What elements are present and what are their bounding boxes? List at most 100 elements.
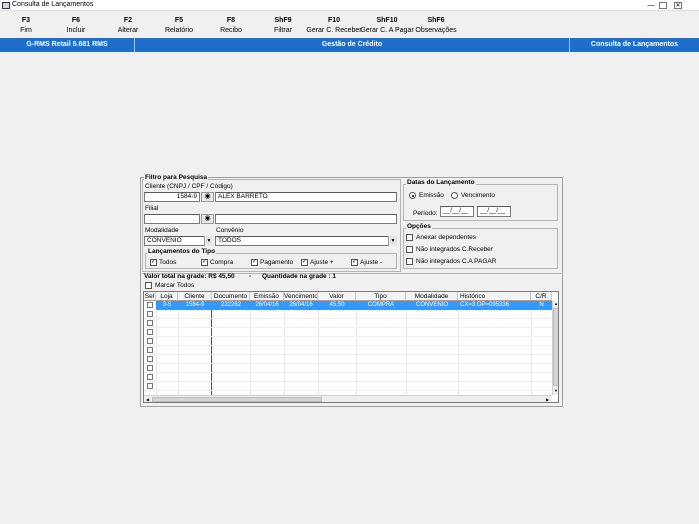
quantity-label: Quantidade na grade : 1 (262, 273, 337, 280)
recibo-button[interactable]: F8 Recibo (205, 16, 257, 36)
alterar-button[interactable]: F2 Alterar (102, 16, 154, 36)
row-select-checkbox[interactable] (147, 311, 153, 317)
observacoes-label: Observações (415, 27, 457, 34)
row-select-checkbox[interactable] (147, 302, 153, 308)
row-line (144, 327, 552, 328)
todos-checkbox[interactable]: ✓ (150, 259, 157, 266)
col-header-loja[interactable]: Loja (156, 292, 178, 301)
recibo-label: Recibo (220, 27, 242, 34)
row-select-checkbox[interactable] (147, 365, 153, 371)
row-select-checkbox[interactable] (147, 329, 153, 335)
datas-title: Datas do Lançamento (406, 179, 476, 186)
anexar-dependentes-checkbox[interactable] (406, 234, 413, 241)
vertical-scroll-thumb[interactable] (553, 308, 558, 386)
client-code-input[interactable]: 1584-9 (144, 192, 200, 202)
scroll-down-icon[interactable]: ▼ (553, 388, 558, 394)
relatorio-key: F5 (174, 17, 184, 24)
client-search-button[interactable]: ◉ (201, 192, 214, 202)
filial-input[interactable] (144, 214, 200, 224)
chevron-down-icon[interactable]: ▼ (388, 236, 397, 246)
ajuste-mais-checkbox[interactable]: ✓ (301, 259, 308, 266)
pagamento-checkbox[interactable]: ✓ (251, 259, 258, 266)
modalidade-label: Modalidade (145, 227, 179, 234)
col-header-modalidade[interactable]: Modalidade (406, 292, 458, 301)
row-select-checkbox[interactable] (147, 383, 153, 389)
row-line (144, 372, 552, 373)
opcoes-title: Opções (406, 223, 432, 230)
module-name: Gestão de Crédito (321, 41, 383, 48)
convenio-select[interactable]: TODOS (215, 236, 397, 246)
row-line (144, 318, 552, 319)
row-line (144, 390, 552, 391)
compra-checkbox[interactable]: ✓ (201, 259, 208, 266)
filtrar-button[interactable]: ShF9 Filtrar (257, 16, 309, 36)
scroll-right-icon[interactable]: ▶ (544, 396, 551, 402)
marcar-todos-checkbox[interactable] (145, 282, 152, 289)
col-header-cliente[interactable]: Cliente (178, 292, 212, 301)
nao-integrados-receber-label: Não integrados C.Receber (416, 246, 493, 253)
compra-label: Compra (210, 259, 234, 266)
cell-documento: 222262 (220, 302, 242, 308)
chevron-down-icon[interactable]: ▼ (204, 236, 213, 246)
function-key-toolbar: F3 Fim F6 Incluir F2 Alterar F5 Relatório F8… (0, 12, 699, 36)
col-header-cr[interactable]: C/R (531, 292, 552, 301)
modalidade-select[interactable]: CONVENIO (144, 236, 213, 246)
incluir-key: F6 (71, 17, 81, 24)
fim-button[interactable]: F3 Fim (0, 16, 52, 36)
anexar-dependentes-label: Anexar dependentes (416, 234, 476, 241)
observacoes-button[interactable]: ShF6 Observações (410, 16, 462, 36)
row-select-checkbox[interactable] (147, 347, 153, 353)
incluir-button[interactable]: F6 Incluir (50, 16, 102, 36)
col-header-sel[interactable]: Sel (144, 292, 156, 301)
gerar-c-receber-label: Gerar C. Receber (306, 27, 362, 34)
horizontal-scrollbar[interactable]: ◀ ▶ (144, 395, 552, 402)
cell-modalidade: CONVENIO (415, 302, 448, 308)
convenio-label: Convênio (216, 227, 244, 234)
relatorio-button[interactable]: F5 Relatório (153, 16, 205, 36)
nao-integrados-pagar-checkbox[interactable] (406, 258, 413, 265)
cell-valor: 45,50 (329, 302, 345, 308)
client-name-field: ALEX BARRETO (215, 192, 397, 202)
row-select-checkbox[interactable] (147, 374, 153, 380)
cell-vencimento: 26/04/16 (289, 302, 313, 308)
binoculars-icon: ◉ (204, 193, 211, 200)
col-header-documento[interactable]: Documento (212, 292, 250, 301)
vencimento-radio[interactable] (451, 192, 458, 199)
ajuste-menos-label: Ajuste - (360, 259, 383, 266)
scroll-up-icon[interactable]: ▲ (553, 301, 558, 307)
tipos-title: Lançamentos do Tipo (147, 248, 217, 255)
vertical-scrollbar[interactable]: ▲ ▼ (552, 301, 558, 395)
app-version: G-RMS Retail 5.681 RMS (26, 41, 108, 48)
date-start-input[interactable]: __/__/__ (440, 206, 474, 217)
fim-label: Fim (20, 27, 32, 34)
row-select-checkbox[interactable] (147, 320, 153, 326)
cell-cr: N (539, 302, 544, 308)
row-select-checkbox[interactable] (147, 338, 153, 344)
client-label: Cliente (CNPJ / CPF / Código) (145, 183, 233, 190)
row-select-checkbox[interactable] (147, 356, 153, 362)
col-header-valor[interactable]: Valor (318, 292, 356, 301)
nao-integrados-pagar-label: Não integrados C.A PAGAR (416, 258, 497, 265)
horizontal-scroll-thumb[interactable] (152, 397, 322, 402)
scroll-left-icon[interactable]: ◀ (144, 396, 151, 402)
gerar-c-pagar-button[interactable]: ShF10 Gerar C. A Pagar (356, 16, 418, 36)
ajuste-menos-checkbox[interactable]: ✓ (351, 259, 358, 266)
col-header-vencimento[interactable]: Vencimento (284, 292, 318, 301)
col-header-tipo[interactable]: Tipo (356, 292, 406, 301)
lancamentos-grid[interactable]: Sel Loja Cliente Documento Emissão Venci… (143, 291, 559, 403)
date-end-input[interactable]: __/__/__ (477, 206, 511, 217)
close-icon[interactable]: ✕ (674, 2, 682, 9)
window-title: Consulta de Lançamentos (12, 1, 94, 8)
summary-separator: - (249, 273, 252, 280)
minimize-icon[interactable]: — (646, 1, 656, 10)
filial-search-button[interactable]: ◉ (201, 214, 214, 224)
row-line (144, 336, 552, 337)
col-header-historico[interactable]: Histórico (458, 292, 531, 301)
emissao-radio[interactable] (409, 192, 416, 199)
col-header-emissao[interactable]: Emissão (250, 292, 284, 301)
restore-icon[interactable] (659, 2, 667, 9)
nao-integrados-receber-checkbox[interactable] (406, 246, 413, 253)
cell-cliente: 1584-9 (185, 302, 205, 308)
binoculars-icon: ◉ (204, 215, 211, 222)
row-line (144, 381, 552, 382)
